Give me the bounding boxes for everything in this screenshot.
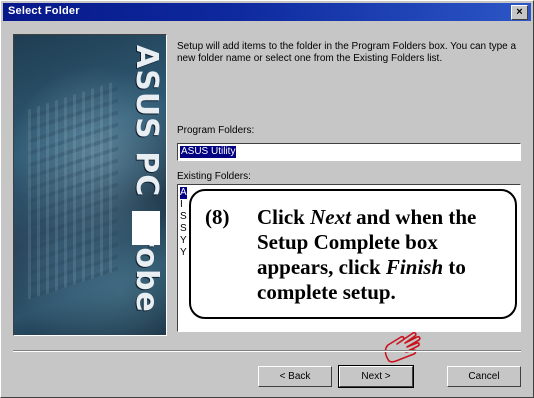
window-title: Select Folder	[8, 5, 80, 17]
callout-next-word: Next	[310, 205, 351, 229]
instructions-text: Setup will add items to the folder in th…	[177, 41, 517, 64]
banner-image: ASUS PC Probe	[13, 34, 167, 336]
list-item[interactable]: I	[180, 199, 183, 211]
title-bar[interactable]: Select Folder ×	[3, 3, 531, 21]
list-item[interactable]: Y	[180, 235, 187, 247]
motherboard-graphic	[28, 80, 118, 300]
cancel-button[interactable]: Cancel	[447, 366, 521, 387]
program-folders-value: ASUS Utility	[180, 146, 237, 158]
callout-text: Click Next and when the Setup Complete b…	[257, 205, 477, 304]
banner-cutout	[132, 211, 160, 245]
button-divider	[13, 350, 521, 352]
callout-step-number: (8)	[205, 205, 230, 229]
list-item[interactable]: S	[180, 223, 187, 235]
program-folders-label: Program Folders:	[177, 125, 255, 136]
select-folder-dialog: Select Folder × ASUS PC Probe Setup will…	[0, 0, 534, 398]
back-button[interactable]: < Back	[258, 366, 332, 387]
pointing-hand-icon	[384, 331, 421, 363]
banner-title: ASUS PC Probe	[129, 45, 164, 313]
close-button[interactable]: ×	[511, 5, 528, 20]
program-folders-input[interactable]: ASUS Utility	[177, 143, 521, 161]
next-button[interactable]: Next >	[338, 365, 414, 388]
list-item[interactable]: A	[180, 187, 187, 199]
instruction-callout: (8) Click Next and when the Setup Comple…	[189, 189, 517, 319]
list-item[interactable]: Y	[180, 247, 187, 259]
existing-folders-label: Existing Folders:	[177, 171, 251, 182]
list-item[interactable]: S	[180, 211, 187, 223]
callout-finish-word: Finish	[385, 255, 444, 279]
close-icon: ×	[516, 6, 523, 18]
